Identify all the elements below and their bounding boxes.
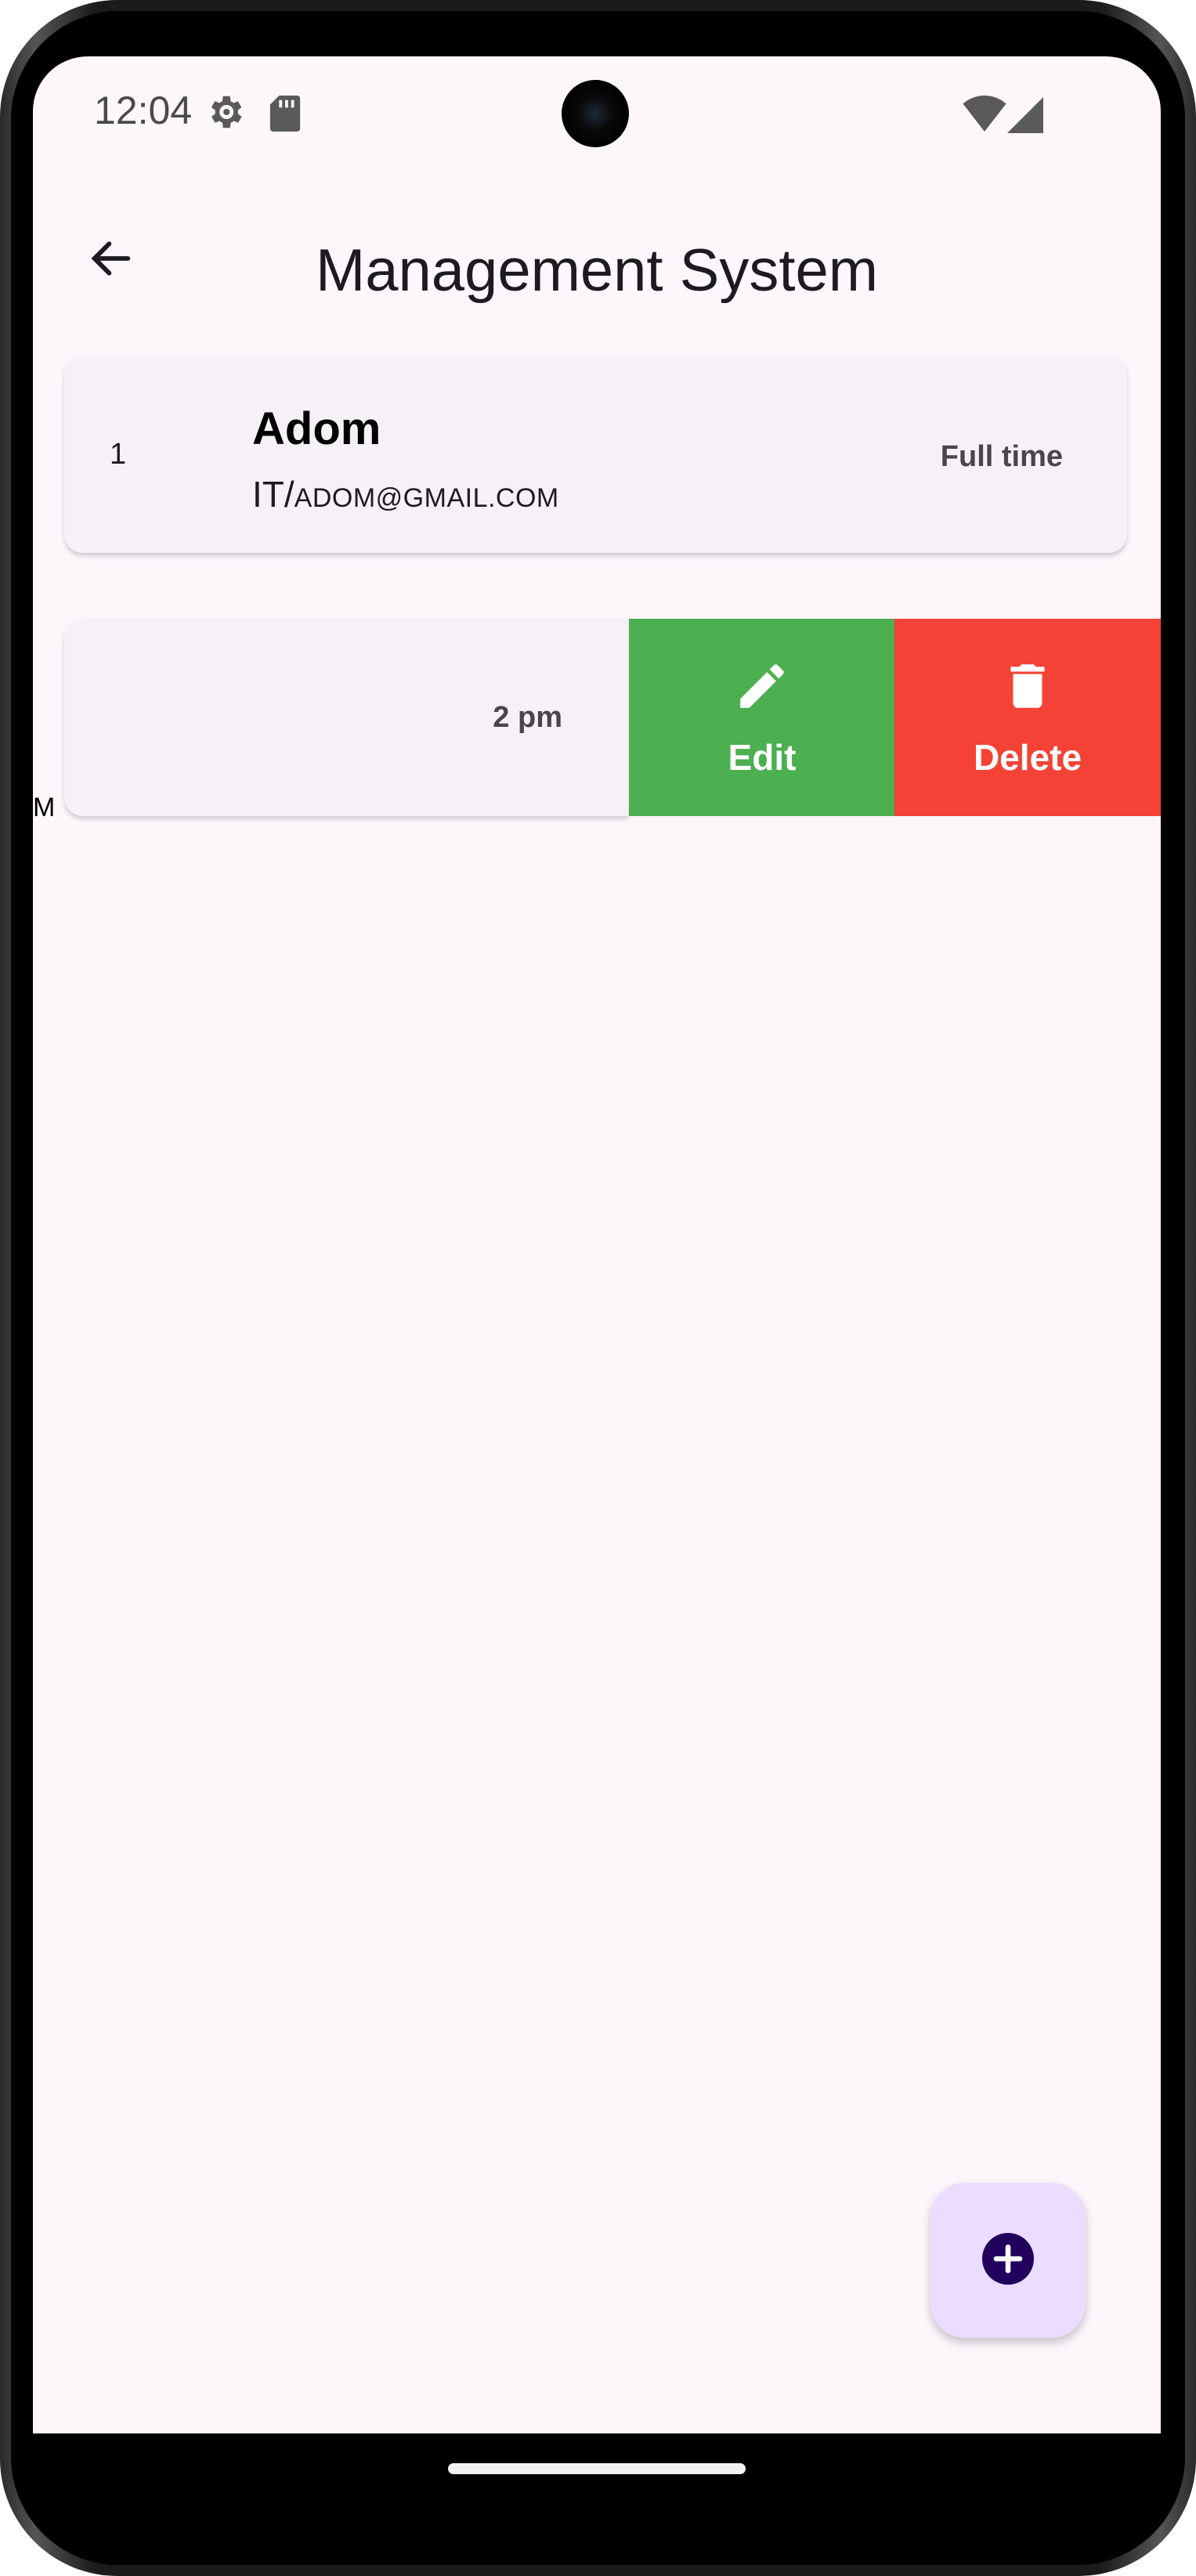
swiped-item-letter: M bbox=[33, 793, 56, 822]
wifi-icon bbox=[962, 96, 1007, 135]
pencil-icon bbox=[733, 657, 791, 719]
cellular-signal-icon bbox=[1007, 97, 1043, 137]
status-bar: 12:04 bbox=[33, 56, 1161, 174]
employee-department: IT/ bbox=[252, 474, 294, 515]
trash-icon bbox=[999, 657, 1057, 719]
swiped-employee-row[interactable]: 2 pm Edit Delete bbox=[64, 619, 1161, 816]
add-employee-fab[interactable] bbox=[930, 2183, 1086, 2338]
swiped-employee-card[interactable]: 2 pm bbox=[64, 619, 628, 816]
delete-button[interactable]: Delete bbox=[894, 619, 1161, 816]
app-bar: Management System bbox=[33, 205, 1161, 307]
employee-id: 1 bbox=[110, 438, 127, 471]
edit-button[interactable]: Edit bbox=[629, 619, 895, 816]
delete-label: Delete bbox=[973, 736, 1082, 778]
swiped-employee-trailing: 2 pm bbox=[493, 701, 562, 734]
employee-type: Full time bbox=[940, 440, 1063, 473]
app-screen: 12:04 Management System 1 Adom IT/ADOM@G… bbox=[33, 56, 1161, 2433]
employee-email: ADOM@GMAIL.COM bbox=[294, 483, 559, 513]
home-indicator[interactable] bbox=[448, 2463, 746, 2474]
status-time: 12:04 bbox=[94, 89, 193, 132]
navigation-bar bbox=[33, 2433, 1161, 2500]
edit-label: Edit bbox=[728, 736, 797, 778]
add-circle-icon bbox=[980, 2231, 1036, 2291]
employee-card[interactable]: 1 Adom IT/ADOM@GMAIL.COM Full time bbox=[64, 356, 1127, 553]
employee-subtitle: IT/ADOM@GMAIL.COM bbox=[252, 473, 559, 515]
employee-name: Adom bbox=[252, 403, 381, 454]
settings-gear-icon bbox=[204, 91, 246, 137]
sd-card-icon bbox=[269, 96, 301, 135]
page-title: Management System bbox=[315, 237, 879, 304]
front-camera bbox=[562, 80, 629, 147]
